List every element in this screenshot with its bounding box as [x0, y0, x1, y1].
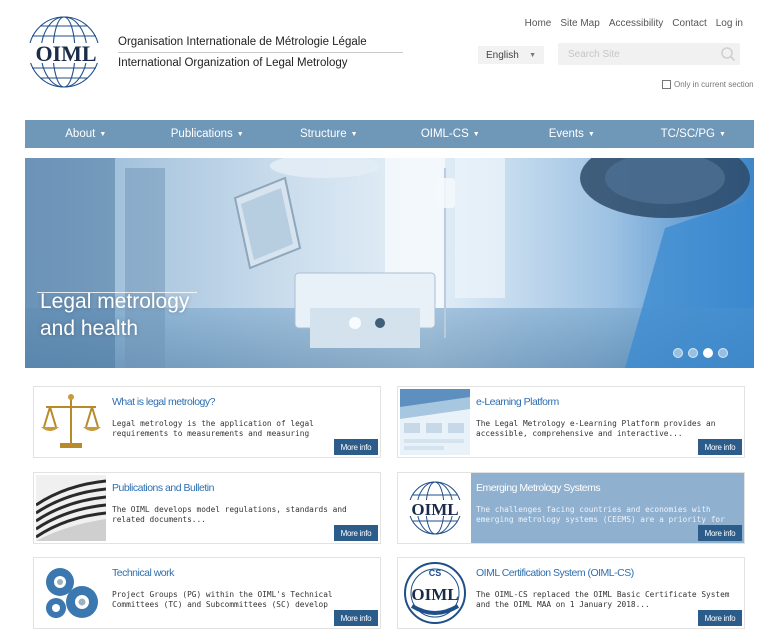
toplink-home[interactable]: Home [525, 18, 552, 29]
only-current-section[interactable]: Only in current section [662, 80, 754, 89]
hero-slider[interactable]: Legal metrology and health [25, 158, 754, 368]
card-description: Legal metrology is the application of le… [112, 419, 314, 438]
nav-label: Events [548, 128, 584, 140]
chevron-down-icon: ▼ [587, 130, 595, 138]
card-description: The Legal Metrology e-Learning Platform … [476, 419, 716, 438]
scales-of-justice-icon [41, 394, 101, 448]
toplink-log-in[interactable]: Log in [716, 18, 743, 29]
only-current-label: Only in current section [674, 80, 754, 89]
card-title[interactable]: e-Learning Platform [476, 396, 559, 408]
logo-text: OIML [411, 585, 458, 604]
chevron-down-icon: ▼ [350, 130, 358, 138]
nav-label: TC/SC/PG [660, 128, 715, 140]
card-oiml-certification-system: CS OIML OIML Certification System (OIML-… [397, 557, 745, 629]
oiml-cs-seal-icon: CS OIML [404, 562, 466, 624]
card-emerging-metrology-systems: OIML Emerging Metrology Systems The chal… [397, 472, 745, 544]
slider-dot-3[interactable] [703, 348, 713, 358]
toplink-contact[interactable]: Contact [672, 18, 706, 29]
slider-dot-2[interactable] [688, 348, 698, 358]
nav-tc-sc-pg[interactable]: TC/SC/PG ▼ [633, 120, 755, 148]
slider-dots [673, 348, 728, 358]
logo-text: OIML [35, 41, 96, 66]
card-title[interactable]: What is legal metrology? [112, 396, 215, 408]
slider-dot-4[interactable] [718, 348, 728, 358]
chevron-down-icon: ▼ [472, 130, 480, 138]
nav-events[interactable]: Events ▼ [511, 120, 633, 148]
chevron-down-icon: ▼ [529, 51, 536, 59]
more-info-button[interactable]: More info [698, 439, 742, 455]
card-thumb [36, 560, 106, 626]
card-thumb [400, 389, 470, 455]
nav-label: Publications [170, 128, 233, 140]
nav-structure[interactable]: Structure ▼ [268, 120, 390, 148]
card-description: The OIML-CS replaced the OIML Basic Cert… [476, 590, 730, 609]
org-name-fr: Organisation Internationale de Métrologi… [118, 36, 403, 53]
card-publications-and-bulletin: Publications and Bulletin The OIML devel… [33, 472, 381, 544]
card-thumb: OIML [400, 475, 470, 541]
search-icon[interactable] [720, 46, 736, 62]
organization-name: Organisation Internationale de Métrologi… [118, 36, 403, 69]
language-select[interactable]: English ▼ [478, 46, 544, 64]
top-links: Home Site Map Accessibility Contact Log … [525, 18, 743, 29]
hero-title-line1: Legal metrology [40, 290, 190, 313]
toplink-accessibility[interactable]: Accessibility [609, 18, 663, 29]
card-title[interactable]: Publications and Bulletin [112, 482, 214, 494]
card-what-is-legal-metrology: What is legal metrology? Legal metrology… [33, 386, 381, 458]
oiml-globe-logo-icon: OIML [400, 481, 470, 535]
nav-publications[interactable]: Publications ▼ [147, 120, 269, 148]
hero-title: Legal metrology and health [40, 288, 189, 342]
search-box [558, 43, 740, 65]
only-current-checkbox[interactable] [662, 80, 671, 89]
svg-text:CS: CS [429, 568, 442, 578]
card-title[interactable]: OIML Certification System (OIML-CS) [476, 567, 634, 579]
card-technical-work: Technical work Project Groups (PG) withi… [33, 557, 381, 629]
hero-title-line2: and health [40, 317, 139, 340]
chevron-down-icon: ▼ [718, 130, 726, 138]
nav-label: Structure [299, 128, 347, 140]
org-name-en: International Organization of Legal Metr… [118, 57, 348, 69]
card-description: Project Groups (PG) within the OIML's Te… [112, 590, 333, 609]
gears-icon [46, 568, 98, 618]
language-value: English [486, 49, 519, 61]
slider-dot-1[interactable] [673, 348, 683, 358]
more-info-button[interactable]: More info [698, 610, 742, 626]
nav-label: About [65, 128, 96, 140]
logo-text: OIML [411, 500, 458, 519]
publications-icon [36, 475, 106, 541]
oiml-logo[interactable]: OIML [22, 12, 110, 94]
card-thumb: CS OIML [400, 560, 470, 626]
toplink-site-map[interactable]: Site Map [560, 18, 599, 29]
more-info-button[interactable]: More info [334, 439, 378, 455]
card-title[interactable]: Emerging Metrology Systems [476, 482, 601, 494]
page: OIML Organisation Internationale de Métr… [0, 0, 759, 629]
more-info-button[interactable]: More info [334, 525, 378, 541]
more-info-button[interactable]: More info [334, 610, 378, 626]
more-info-button[interactable]: More info [698, 525, 742, 541]
card-title[interactable]: Technical work [112, 567, 174, 579]
card-thumb [36, 389, 106, 455]
card-description: The challenges facing countries and econ… [476, 505, 725, 524]
nav-label: OIML-CS [420, 128, 469, 140]
nav-oiml-cs[interactable]: OIML-CS ▼ [390, 120, 512, 148]
card-elearning-platform: e-Learning Platform The Legal Metrology … [397, 386, 745, 458]
card-description: The OIML develops model regulations, sta… [112, 505, 347, 524]
main-nav: About ▼ Publications ▼ Structure ▼ OIML-CS ▼… [25, 120, 754, 148]
chevron-down-icon: ▼ [99, 130, 107, 138]
search-input[interactable] [568, 48, 718, 60]
chevron-down-icon: ▼ [236, 130, 244, 138]
elearning-screenshot-icon [400, 389, 470, 455]
globe-logo-icon: OIML [22, 16, 110, 88]
card-thumb [36, 475, 106, 541]
nav-about[interactable]: About ▼ [25, 120, 147, 148]
